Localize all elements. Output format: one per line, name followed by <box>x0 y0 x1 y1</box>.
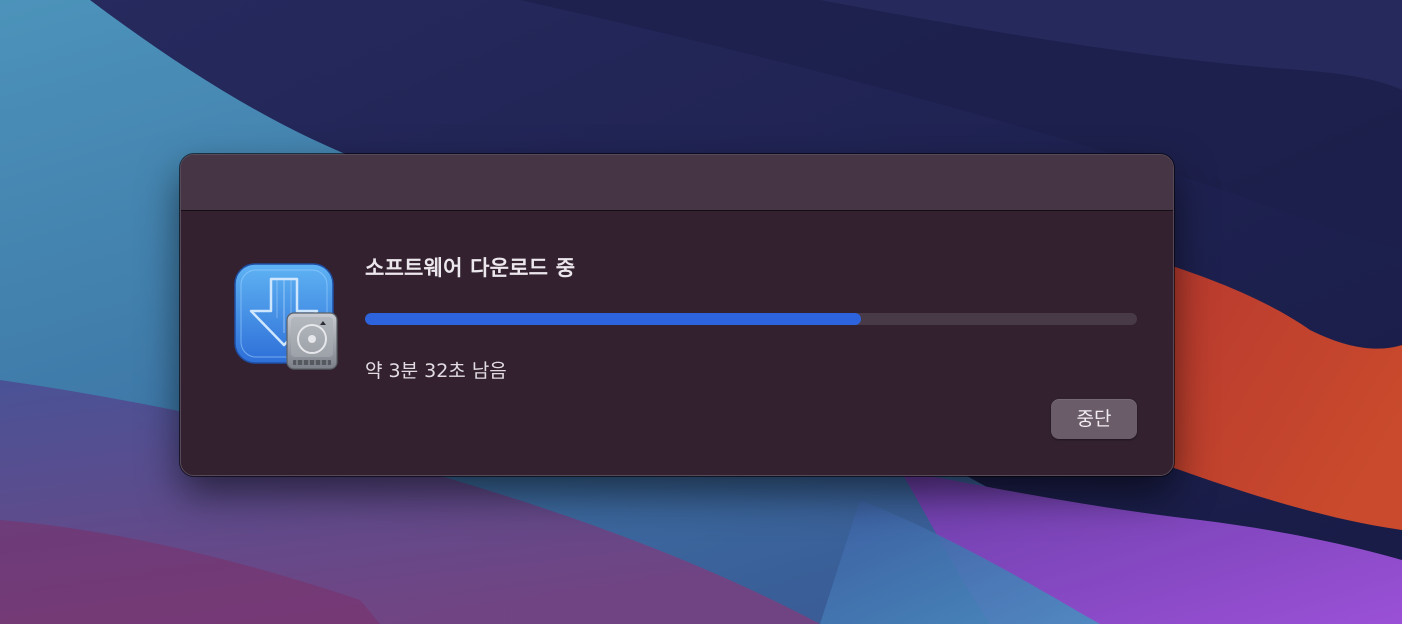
download-progress-fill <box>365 313 862 325</box>
dialog-title: 소프트웨어 다운로드 중 <box>365 256 576 280</box>
stop-button[interactable]: 중단 <box>1051 399 1137 439</box>
software-download-dialog: 소프트웨어 다운로드 중 약 3분 32초 남음 중단 <box>180 154 1174 476</box>
time-remaining-text: 약 3분 32초 남음 <box>365 360 507 382</box>
software-download-drive-icon <box>234 263 338 370</box>
dialog-titlebar[interactable] <box>181 155 1173 211</box>
download-progress-bar <box>365 313 1137 325</box>
